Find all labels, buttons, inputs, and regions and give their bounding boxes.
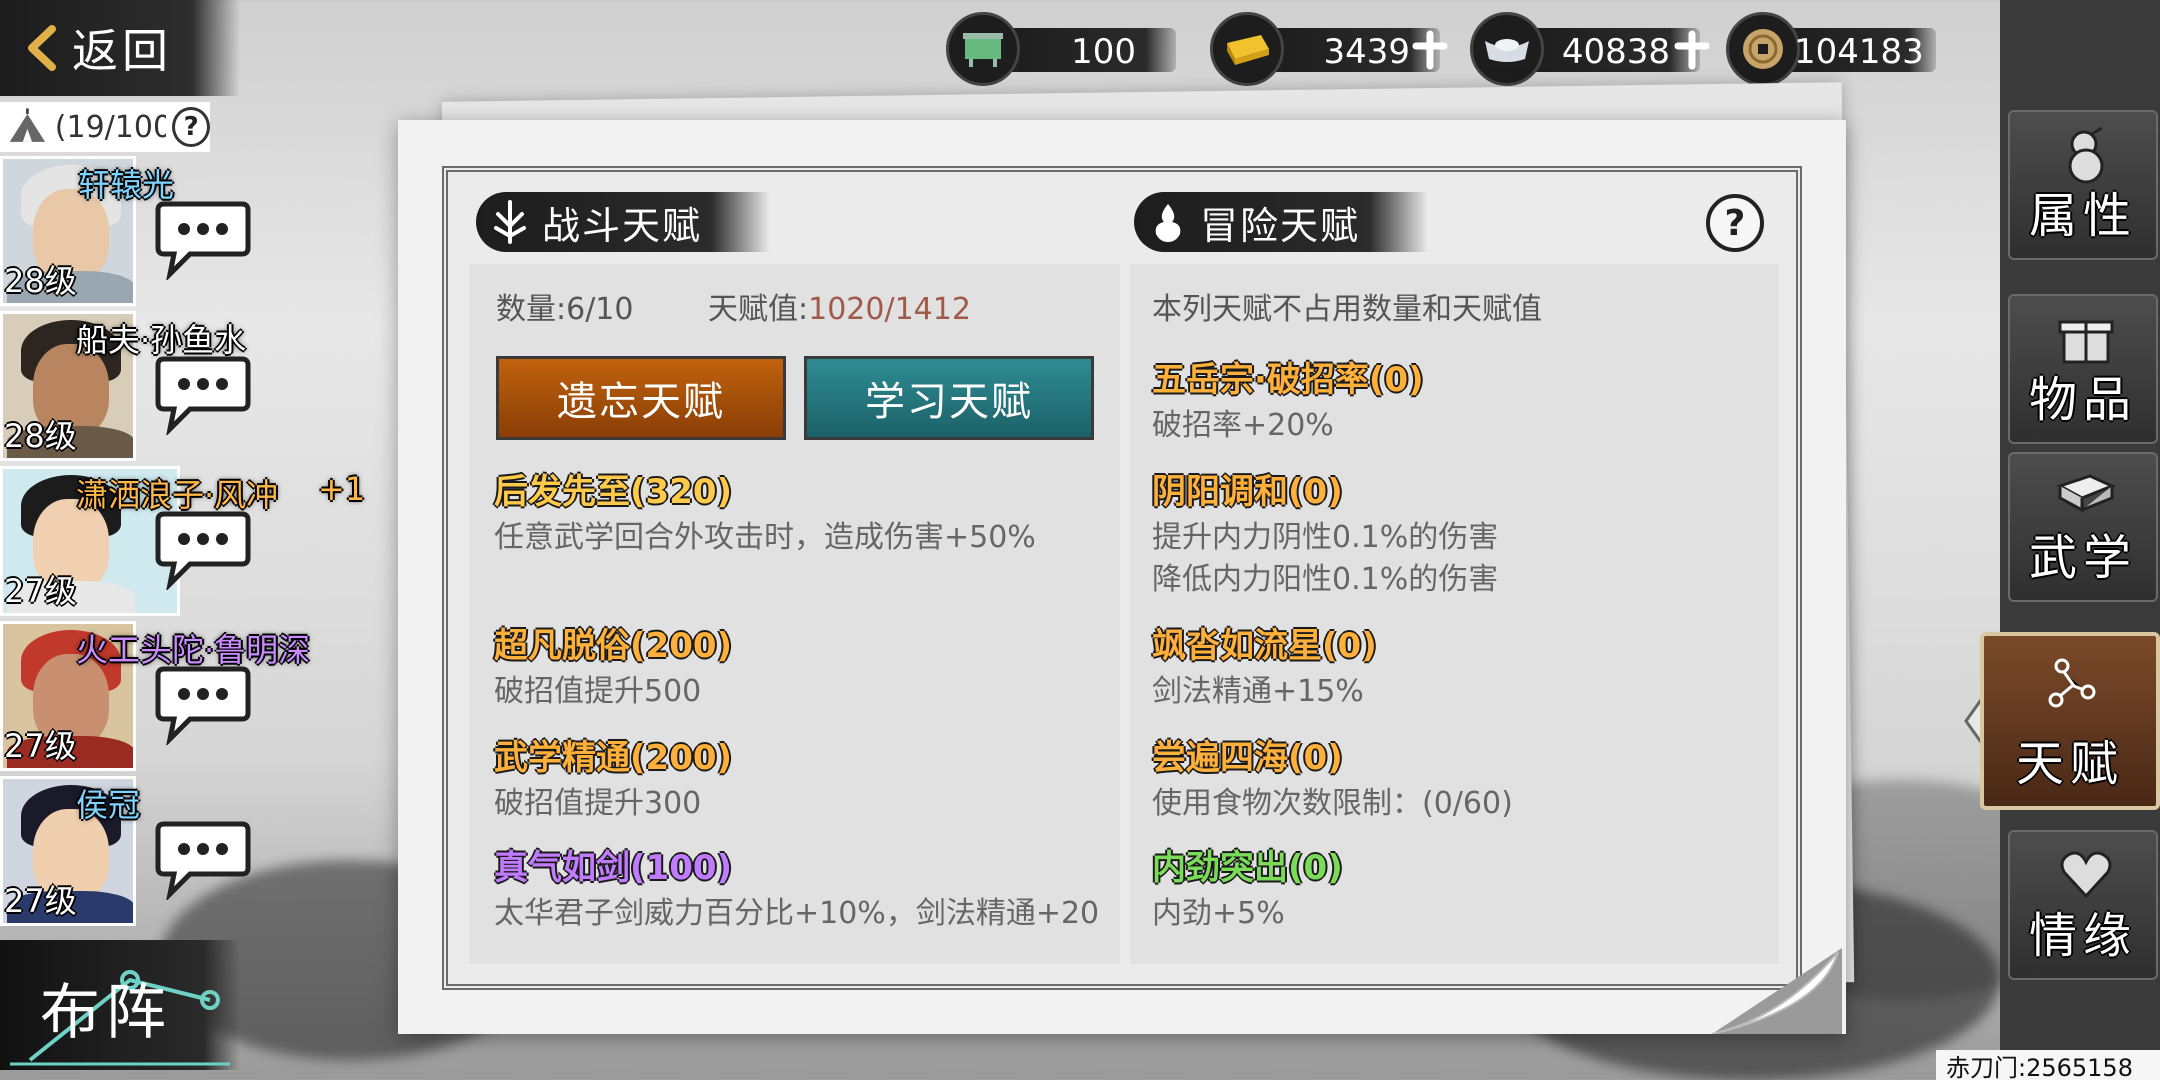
adventure-talent-item[interactable]: 飒沓如流星(0) 剑法精通+15% xyxy=(1152,618,1752,713)
currency-value: 100 xyxy=(1071,32,1136,72)
combat-talent-title: 战斗天赋 xyxy=(542,203,703,248)
chevron-left-icon xyxy=(28,25,56,71)
tab-martial-arts[interactable]: 武学 xyxy=(2008,452,2158,602)
hero-level: 27级 xyxy=(4,572,77,610)
combat-talent-item[interactable]: 真气如剑(100) 太华君子剑威力百分比+10%，剑法精通+20 xyxy=(494,840,1104,964)
roster-help-icon[interactable]: ? xyxy=(172,107,210,147)
hero-card[interactable]: 火工头陀·鲁明深 27级 xyxy=(0,621,310,771)
forget-talent-button[interactable]: 遗忘天赋 xyxy=(496,356,786,440)
talent-desc: 任意武学回合外攻击时，造成伤害+50% xyxy=(494,520,1036,555)
tab-label: 武学 xyxy=(2028,530,2137,586)
roster-count-text: (19/100 xyxy=(54,109,167,145)
gold-ingot-icon xyxy=(1210,12,1284,86)
talent-name: 尝遍四海(0) xyxy=(1152,738,1343,778)
talent-tree-icon xyxy=(2048,658,2096,708)
talent-desc: 破招值提升300 xyxy=(494,786,702,821)
talent-points: 天赋值:1020/1412 xyxy=(708,284,971,328)
tab-label: 物品 xyxy=(2028,372,2137,428)
talent-desc: 剑法精通+15% xyxy=(1152,674,1364,709)
talent-name: 超凡脱俗(200) xyxy=(494,626,733,666)
gift-box-icon xyxy=(2058,320,2114,364)
copper-coin-icon xyxy=(1726,12,1800,86)
talent-desc: 破招率+20% xyxy=(1152,408,1334,443)
talent-name: 阴阳调和(0) xyxy=(1152,472,1343,512)
book-icon xyxy=(2056,474,2116,513)
hero-card[interactable]: 轩辕光 28级 xyxy=(0,156,260,306)
silver-ingot-icon xyxy=(1470,12,1544,86)
heart-icon xyxy=(2060,851,2112,899)
combat-talent-item[interactable]: 武学精通(200) 破招值提升300 xyxy=(494,730,1104,825)
talent-points-value: 1020/1412 xyxy=(808,292,971,327)
talent-name: 武学精通(200) xyxy=(494,738,733,778)
hero-level: 28级 xyxy=(4,417,77,455)
back-button[interactable]: 返回 xyxy=(0,0,240,96)
currency-value: 104183 xyxy=(1794,32,1924,72)
combat-talent-header: 战斗天赋 xyxy=(476,192,770,252)
adventure-talent-header: 冒险天赋 xyxy=(1134,192,1428,252)
gourd-icon xyxy=(2068,126,2104,184)
talent-desc: 破招值提升500 xyxy=(494,674,702,709)
adventure-talent-item[interactable]: 尝遍四海(0) 使用食物次数限制：(0/60) xyxy=(1152,730,1752,825)
hero-level: 28级 xyxy=(4,262,77,300)
tab-bonds[interactable]: 情缘 xyxy=(2008,830,2158,980)
combat-talent-item[interactable]: 后发先至(320) 任意武学回合外攻击时，造成伤害+50% xyxy=(494,464,1104,559)
formation-button[interactable]: 布阵 xyxy=(0,940,240,1070)
hero-name: 侯冠 xyxy=(76,786,141,824)
roster-count: (19/100 ? xyxy=(0,102,210,152)
talent-name: 真气如剑(100) xyxy=(494,848,733,888)
talent-help-icon[interactable]: ? xyxy=(1706,194,1764,252)
hero-card[interactable]: 侯冠 27级 xyxy=(0,776,260,926)
chat-bubble-icon[interactable] xyxy=(150,200,254,280)
talent-name: 五岳宗·破招率(0) xyxy=(1152,360,1424,400)
adventure-talent-item[interactable]: 阴阳调和(0) 提升内力阴性0.1%的伤害 降低内力阳性0.1%的伤害 xyxy=(1152,464,1752,601)
cauldron-icon xyxy=(946,12,1020,86)
currency-copper: 104183 xyxy=(1726,12,1936,86)
adventure-talent-item[interactable]: 五岳宗·破招率(0) 破招率+20% xyxy=(1152,352,1752,447)
tab-label: 天赋 xyxy=(2015,736,2124,792)
talent-name: 后发先至(320) xyxy=(494,472,733,512)
add-silver-button[interactable] xyxy=(1672,30,1712,70)
tab-talent[interactable]: 天赋 xyxy=(1980,632,2160,810)
page-curl xyxy=(1712,948,1842,1034)
adventure-talent-item[interactable]: 内劲突出(0) 内劲+5% xyxy=(1152,840,1752,935)
currency-silver: 40838 xyxy=(1470,12,1710,86)
tab-label: 属性 xyxy=(2028,188,2137,244)
talent-desc: 提升内力阴性0.1%的伤害 降低内力阳性0.1%的伤害 xyxy=(1152,520,1499,597)
currency-cauldron: 100 xyxy=(946,12,1186,86)
currency-value: 40838 xyxy=(1561,32,1670,72)
hero-bonus: +1 xyxy=(318,470,366,508)
chat-bubble-icon[interactable] xyxy=(150,820,254,900)
talent-name: 飒沓如流星(0) xyxy=(1152,626,1377,666)
combat-talent-icon xyxy=(494,200,526,244)
formation-label: 布阵 xyxy=(40,978,172,1048)
sect-id: 赤刀门:2565158 xyxy=(1936,1050,2160,1080)
hero-card[interactable]: 船夫·孙鱼水 28级 xyxy=(0,311,260,461)
tab-items[interactable]: 物品 xyxy=(2008,294,2158,444)
hero-level: 27级 xyxy=(4,882,77,920)
chat-bubble-icon[interactable] xyxy=(150,510,254,590)
tab-attributes[interactable]: 属性 xyxy=(2008,110,2158,260)
talent-points-label: 天赋值: xyxy=(708,292,809,327)
talent-desc: 内劲+5% xyxy=(1152,896,1285,931)
chat-bubble-icon[interactable] xyxy=(150,665,254,745)
tab-label: 情缘 xyxy=(2028,908,2137,964)
right-sidebar: 属性 物品 武学 天赋 情缘 xyxy=(1964,0,2160,1080)
chat-bubble-icon[interactable] xyxy=(150,355,254,435)
talent-desc: 太华君子剑威力百分比+10%，剑法精通+20 xyxy=(494,896,1100,931)
hero-level: 27级 xyxy=(4,727,77,765)
currency-gold: 3439 xyxy=(1210,12,1450,86)
hero-card[interactable]: 潇洒浪子·风冲 +1 27级 xyxy=(0,466,365,616)
adventure-talent-title: 冒险天赋 xyxy=(1200,203,1361,248)
tent-icon xyxy=(9,108,46,142)
learn-talent-button[interactable]: 学习天赋 xyxy=(804,356,1094,440)
talent-name: 内劲突出(0) xyxy=(1152,848,1343,888)
currency-value: 3439 xyxy=(1323,32,1410,72)
talent-desc: 使用食物次数限制：(0/60) xyxy=(1152,786,1513,821)
adventure-talent-icon xyxy=(1155,204,1181,242)
combat-talent-item[interactable]: 超凡脱俗(200) 破招值提升500 xyxy=(494,618,1104,713)
adventure-note: 本列天赋不占用数量和天赋值 xyxy=(1152,292,1542,327)
talent-count: 数量:6/10 xyxy=(496,292,634,327)
back-label: 返回 xyxy=(72,24,172,78)
add-gold-button[interactable] xyxy=(1410,30,1450,70)
